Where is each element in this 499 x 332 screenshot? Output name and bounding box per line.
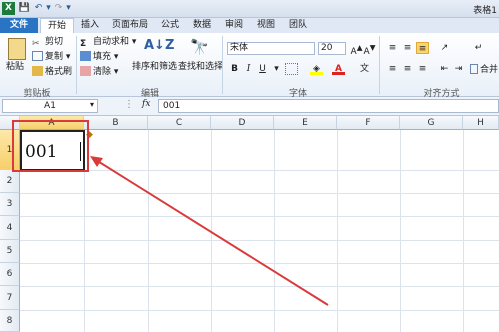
align-top-icon[interactable]: ≡: [386, 42, 399, 54]
eraser-icon: [80, 66, 91, 76]
sort-filter-button[interactable]: 排序和筛选: [132, 62, 177, 73]
fill-down-icon: [80, 51, 91, 61]
shrink-font-icon[interactable]: A▼: [363, 42, 376, 57]
cut-button[interactable]: ✂ 剪切: [32, 37, 63, 49]
tab-review[interactable]: 审阅: [222, 18, 246, 33]
annotation-overlay: [12, 120, 329, 306]
copy-button[interactable]: 复制 ▾: [32, 51, 70, 63]
underline-button[interactable]: U: [256, 63, 269, 75]
sigma-icon: Σ: [80, 39, 87, 49]
formula-bar: A1 ▾ ⋮ fx 001: [0, 97, 499, 116]
ribbon-separator: [379, 36, 380, 94]
phonetic-icon[interactable]: 文: [358, 63, 371, 75]
align-right-icon[interactable]: ≡: [416, 63, 429, 75]
ribbon-separator: [76, 36, 77, 94]
tab-insert[interactable]: 插入: [78, 18, 102, 33]
name-box-dropdown-icon[interactable]: ▾: [90, 100, 94, 109]
ribbon-home: 粘贴 ✂ 剪切 复制 ▾ 格式刷 剪贴板 Σ 自动求和 ▾ 填充 ▾ 清除 ▾ A↓…: [0, 33, 499, 99]
fill-color-icon[interactable]: ◈: [310, 63, 323, 75]
highlight-box: [12, 120, 89, 172]
brush-icon: [32, 66, 43, 76]
align-left-icon[interactable]: ≡: [386, 63, 399, 75]
formula-input[interactable]: 001: [158, 99, 499, 113]
align-bottom-icon[interactable]: ≡: [416, 42, 429, 54]
clear-button[interactable]: 清除 ▾: [80, 66, 118, 78]
excel-window: X 💾 ↶ ▾ ↷ ▾ 表格1 文件 开始 插入 页面布局 公式 数据 审阅 视…: [0, 0, 499, 332]
tab-data[interactable]: 数据: [190, 18, 214, 33]
merge-icon: [470, 64, 478, 74]
save-icon[interactable]: 💾: [18, 2, 31, 15]
sort-filter-icon[interactable]: A↓Z: [144, 38, 174, 58]
spreadsheet-grid[interactable]: A B C D E F G H 1 2 3 4 5 6 7 8 001 ◆: [0, 116, 499, 332]
excel-icon[interactable]: X: [2, 2, 15, 15]
bold-button[interactable]: B: [228, 63, 241, 75]
borders-icon[interactable]: [285, 63, 298, 75]
find-select-button[interactable]: 查找和选择: [178, 62, 223, 73]
name-box[interactable]: A1: [2, 99, 98, 113]
format-painter-button[interactable]: 格式刷: [32, 66, 72, 78]
paste-icon[interactable]: [8, 38, 26, 60]
tab-home[interactable]: 开始: [40, 18, 74, 33]
arrow-head: [90, 156, 103, 167]
customize-quick-access-icon[interactable]: ▾: [62, 2, 75, 15]
fill-button[interactable]: 填充 ▾: [80, 51, 118, 63]
window-title: 表格1: [473, 6, 497, 16]
binoculars-icon[interactable]: 🔭: [190, 38, 210, 58]
tab-page-layout[interactable]: 页面布局: [108, 18, 152, 33]
tab-team[interactable]: 团队: [286, 18, 310, 33]
italic-button[interactable]: I: [242, 63, 255, 75]
ribbon-separator: [222, 36, 223, 94]
tab-formulas[interactable]: 公式: [158, 18, 182, 33]
align-middle-icon[interactable]: ≡: [401, 42, 414, 54]
font-name-select[interactable]: 宋体: [227, 42, 315, 55]
font-color-icon[interactable]: A: [332, 63, 345, 75]
annotation-arrow: [95, 159, 329, 306]
align-center-icon[interactable]: ≡: [401, 63, 414, 75]
insert-function-button[interactable]: fx: [142, 99, 150, 109]
decrease-indent-icon[interactable]: ⇤: [438, 63, 451, 75]
grow-font-icon[interactable]: A▲: [350, 42, 363, 57]
merge-center-button[interactable]: 合并: [470, 64, 498, 76]
tab-view[interactable]: 视图: [254, 18, 278, 33]
autosum-button[interactable]: Σ 自动求和 ▾: [80, 37, 136, 49]
wrap-text-icon[interactable]: ↵: [472, 42, 485, 54]
formula-bar-divider-icon: ⋮: [124, 99, 134, 110]
orientation-icon[interactable]: ↗: [438, 42, 451, 54]
ribbon-tabs: 文件 开始 插入 页面布局 公式 数据 审阅 视图 团队: [0, 18, 499, 33]
copy-icon: [32, 51, 43, 61]
scissors-icon: ✂: [32, 39, 40, 49]
font-size-select[interactable]: 20: [318, 42, 346, 55]
underline-dropdown-icon[interactable]: ▾: [270, 63, 283, 75]
tab-file[interactable]: 文件: [0, 18, 38, 33]
paste-button[interactable]: 粘贴: [6, 62, 24, 73]
increase-indent-icon[interactable]: ⇥: [452, 63, 465, 75]
title-bar: X 💾 ↶ ▾ ↷ ▾ 表格1: [0, 0, 499, 18]
